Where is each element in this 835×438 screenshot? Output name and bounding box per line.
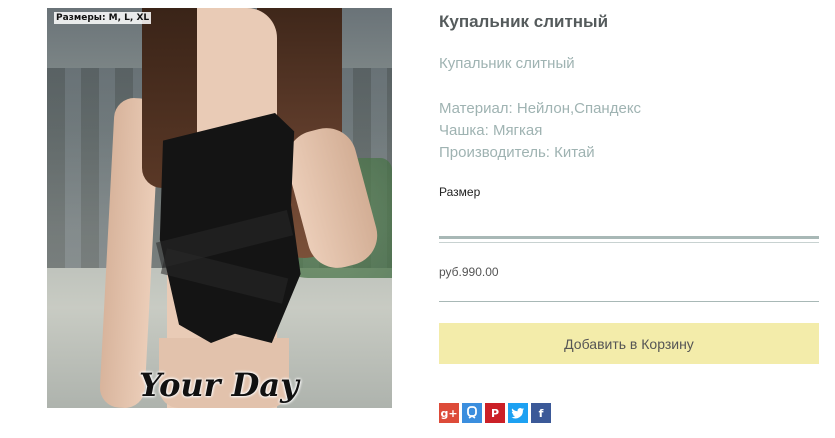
product-title: Купальник слитный: [439, 12, 609, 31]
image-sizes-caption: Размеры: M, L, XL: [54, 12, 152, 24]
product-image[interactable]: Размеры: M, L, XL Your Day: [47, 8, 392, 408]
spec-cup: Чашка: Мягкая: [439, 122, 543, 139]
facebook-icon[interactable]: f: [531, 403, 551, 423]
divider: [439, 236, 819, 239]
product-price: руб.990.00: [439, 265, 499, 279]
odnoklassniki-glyph: [467, 406, 477, 419]
add-to-cart-button[interactable]: Добавить в Корзину: [439, 323, 819, 364]
image-watermark: Your Day: [139, 366, 299, 404]
google-plus-icon[interactable]: g+: [439, 403, 459, 423]
twitter-icon[interactable]: [508, 403, 528, 423]
spec-material: Материал: Нейлон,Спандекс: [439, 100, 642, 117]
spec-manufacturer: Производитель: Китай: [439, 144, 595, 161]
social-share-bar: g+ P f: [439, 403, 551, 423]
divider: [439, 242, 819, 243]
product-subtitle: Купальник слитный: [439, 55, 575, 72]
product-specs: Материал: Нейлон,Спандекс Чашка: Мягкая …: [439, 98, 641, 164]
twitter-glyph: [511, 408, 524, 419]
divider: [439, 301, 819, 302]
pinterest-icon[interactable]: P: [485, 403, 505, 423]
odnoklassniki-icon[interactable]: [462, 403, 482, 423]
size-label: Размер: [439, 185, 481, 199]
